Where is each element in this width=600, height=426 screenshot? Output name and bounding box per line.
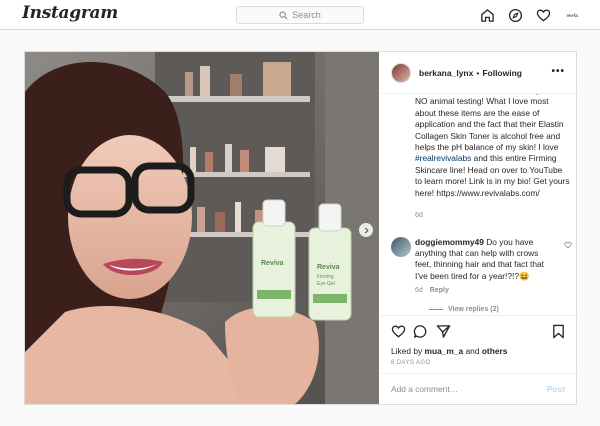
post-card: Reviva Reviva Firming Eye Gel berkana_ly… (24, 51, 577, 405)
liked-by-others[interactable]: others (482, 346, 508, 356)
instagram-logo[interactable]: Instagram (22, 3, 118, 23)
commenter-username[interactable]: doggiemommy49 (415, 237, 484, 247)
top-navigation-bar: Instagram Search rev-fa (0, 0, 600, 30)
reply-button[interactable]: Reply (430, 287, 449, 294)
share-paper-plane-icon[interactable] (436, 324, 451, 339)
profile-avatar[interactable]: rev-fa (564, 7, 580, 23)
product-label-left: Reviva (261, 260, 284, 267)
profile-avatar-text: rev-fa (566, 12, 578, 18)
view-replies-label: View replies (2) (448, 306, 499, 313)
comment-bubble-icon[interactable] (413, 324, 428, 339)
liked-by-middle: and (463, 346, 482, 356)
activity-heart-icon[interactable] (536, 8, 551, 23)
add-comment-input[interactable]: Add a comment… (391, 384, 458, 394)
author-username[interactable]: berkana_lynx (419, 68, 473, 78)
post-comment-button[interactable]: Post (547, 384, 565, 394)
search-icon (279, 10, 288, 19)
like-heart-icon[interactable] (391, 324, 406, 339)
more-options-icon[interactable]: ••• (551, 66, 565, 77)
post-caption: the USA? Look no further. Cruelty free, … (415, 94, 570, 199)
comment-age: 6d (415, 287, 423, 294)
caption-text-1: the USA? Look no further. Cruelty free, … (415, 94, 564, 153)
post-actions: Liked by mua_m_a and others 6 DAYS AGO A… (380, 315, 577, 404)
product-label-right: Reviva (317, 264, 340, 271)
product-subtext-1: Firming (317, 274, 334, 280)
caption-hashtag[interactable]: #realrevivalabs (415, 153, 471, 163)
view-replies-divider (429, 309, 443, 310)
save-bookmark-icon[interactable] (551, 324, 566, 339)
liked-by-user[interactable]: mua_m_a (425, 346, 464, 356)
search-placeholder: Search (292, 10, 321, 20)
liked-by-prefix: Liked by (391, 346, 425, 356)
comment-like-heart-icon[interactable] (564, 241, 572, 249)
explore-compass-icon[interactable] (508, 8, 523, 23)
home-icon[interactable] (480, 8, 495, 23)
view-replies-button[interactable]: View replies (2) (429, 306, 499, 313)
header-separator: • (476, 67, 480, 78)
post-photo-illustration (25, 52, 379, 404)
product-subtext-2: Eye Gel (317, 281, 335, 287)
comments-section[interactable]: the USA? Look no further. Cruelty free, … (380, 94, 577, 315)
caption-age: 6d (415, 212, 423, 219)
next-arrow-icon (364, 226, 369, 234)
post-timestamp[interactable]: 6 DAYS AGO (391, 360, 431, 366)
liked-by-text: Liked by mua_m_a and others (391, 346, 507, 356)
nav-icons: rev-fa (480, 7, 580, 23)
comment-meta: 6d Reply (415, 287, 449, 294)
commenter-avatar[interactable] (391, 237, 411, 257)
author-avatar[interactable] (391, 62, 411, 83)
comment: doggiemommy49 Do you have anything that … (415, 237, 555, 282)
post-photo[interactable]: Reviva Reviva Firming Eye Gel (25, 52, 379, 404)
post-header: berkana_lynx • Following ••• (380, 52, 577, 94)
following-button[interactable]: Following (482, 68, 522, 78)
post-sidebar: berkana_lynx • Following ••• the USA? Lo… (380, 52, 577, 404)
add-comment-bar: Add a comment… Post (380, 373, 577, 404)
search-input[interactable]: Search (236, 6, 364, 24)
next-photo-button[interactable] (359, 223, 373, 237)
